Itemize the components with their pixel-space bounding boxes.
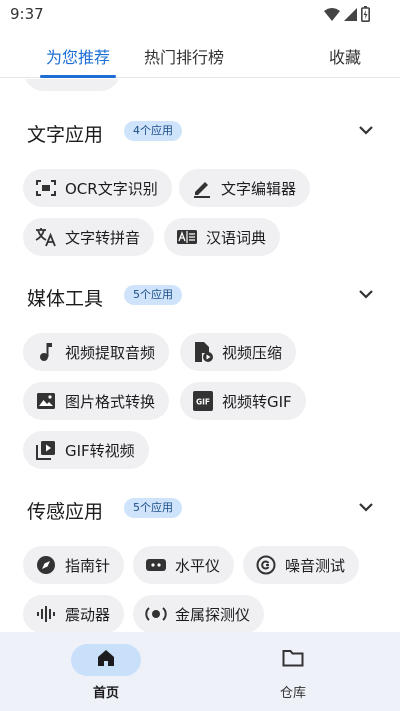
tool-chip-label: 水平仪 bbox=[175, 556, 221, 575]
cellular-icon bbox=[344, 7, 357, 26]
chevron-down-icon[interactable] bbox=[356, 284, 376, 304]
tool-chip-dictionary[interactable]: 汉语词典 bbox=[164, 218, 281, 256]
app-count-badge: 4个应用 bbox=[124, 121, 182, 141]
tool-chip-video-to-gif[interactable]: GIF 视频转GIF bbox=[180, 382, 306, 420]
tool-chip-label: 噪音测试 bbox=[285, 556, 346, 575]
section-title: 文字应用 bbox=[27, 124, 104, 146]
video-library-icon bbox=[35, 439, 57, 461]
tool-chip-level[interactable]: 水平仪 bbox=[133, 546, 235, 584]
dictionary-icon bbox=[176, 226, 198, 248]
gif-icon: GIF bbox=[192, 390, 214, 412]
compass-icon bbox=[35, 554, 57, 576]
tool-chip-label: 文字转拼音 bbox=[65, 228, 141, 247]
tool-chip-video-compress[interactable]: 视频压缩 bbox=[180, 333, 297, 371]
section-title: 媒体工具 bbox=[27, 288, 104, 310]
tool-chip-label: 指南针 bbox=[65, 556, 111, 575]
tool-chip-label: 震动器 bbox=[65, 605, 111, 624]
tool-chip-pinyin[interactable]: 文字转拼音 bbox=[23, 218, 155, 256]
wifi-icon bbox=[324, 7, 340, 26]
tool-chip-extract-audio[interactable]: 视频提取音频 bbox=[23, 333, 170, 371]
status-bar: 9:37 bbox=[0, 0, 400, 28]
tool-chip-label: 图片格式转换 bbox=[65, 392, 156, 411]
tool-chip-ocr[interactable]: OCR文字识别 bbox=[23, 169, 172, 207]
vibration-icon bbox=[35, 603, 57, 625]
tab-favorites[interactable]: 收藏 bbox=[329, 44, 361, 68]
nav-label: 仓库 bbox=[279, 686, 306, 701]
tool-chip-vibrator[interactable]: 震动器 bbox=[23, 595, 125, 632]
nav-home[interactable]: 首页 bbox=[71, 644, 141, 701]
home-icon bbox=[96, 648, 116, 672]
tool-chip-gif-to-video[interactable]: GIF转视频 bbox=[23, 431, 149, 469]
chevron-down-icon[interactable] bbox=[356, 120, 376, 140]
tool-chip-label: 视频压缩 bbox=[222, 343, 283, 362]
tool-chip-label: 视频转GIF bbox=[222, 392, 292, 411]
tool-chip-partial[interactable] bbox=[24, 79, 120, 91]
status-icons bbox=[324, 6, 371, 26]
tool-chip-label: 视频提取音频 bbox=[65, 343, 156, 362]
app-count-badge: 5个应用 bbox=[124, 498, 182, 518]
nav-pill bbox=[71, 644, 141, 676]
tool-chip-label: 金属探测仪 bbox=[175, 605, 251, 624]
tool-chip-label: 文字编辑器 bbox=[221, 179, 297, 198]
tool-chip-label: GIF转视频 bbox=[65, 441, 135, 460]
chevron-down-icon[interactable] bbox=[356, 497, 376, 517]
battery-icon bbox=[361, 6, 371, 26]
image-icon bbox=[35, 390, 57, 412]
tool-chip-metal-detector[interactable]: 金属探测仪 bbox=[133, 595, 265, 632]
video-file-icon bbox=[192, 341, 214, 363]
pen-icon bbox=[191, 177, 213, 199]
section-title: 传感应用 bbox=[27, 501, 104, 523]
nav-repository[interactable]: 仓库 bbox=[258, 644, 328, 701]
tool-chip-label: OCR文字识别 bbox=[65, 179, 158, 198]
tool-chip-compass[interactable]: 指南针 bbox=[23, 546, 125, 584]
scan-icon bbox=[35, 177, 57, 199]
tool-chip-text-editor[interactable]: 文字编辑器 bbox=[179, 169, 311, 207]
tab-hot-ranking[interactable]: 热门排行榜 bbox=[144, 44, 224, 68]
tool-list[interactable]: 文字应用 4个应用 OCR文字识别 文字编辑器 文字转拼音 汉语词典 媒体工具 … bbox=[0, 79, 400, 632]
tab-recommended[interactable]: 为您推荐 bbox=[46, 44, 110, 68]
tab-indicator bbox=[40, 75, 116, 78]
status-time: 9:37 bbox=[10, 5, 44, 23]
music-note-icon bbox=[35, 341, 57, 363]
nav-label: 首页 bbox=[92, 686, 119, 701]
folder-icon bbox=[282, 649, 304, 671]
translate-icon bbox=[35, 226, 57, 248]
svg-text:GIF: GIF bbox=[196, 398, 210, 407]
noise-icon bbox=[255, 554, 277, 576]
tool-chip-image-convert[interactable]: 图片格式转换 bbox=[23, 382, 170, 420]
metal-detector-icon bbox=[145, 603, 167, 625]
bottom-nav: 首页 仓库 bbox=[0, 632, 400, 711]
nav-pill bbox=[258, 644, 328, 676]
tool-chip-noise-test[interactable]: 噪音测试 bbox=[243, 546, 360, 584]
level-icon bbox=[145, 554, 167, 576]
top-tabs: 为您推荐 热门排行榜 收藏 bbox=[0, 30, 400, 78]
app-count-badge: 5个应用 bbox=[124, 285, 182, 305]
tool-chip-label: 汉语词典 bbox=[206, 228, 267, 247]
